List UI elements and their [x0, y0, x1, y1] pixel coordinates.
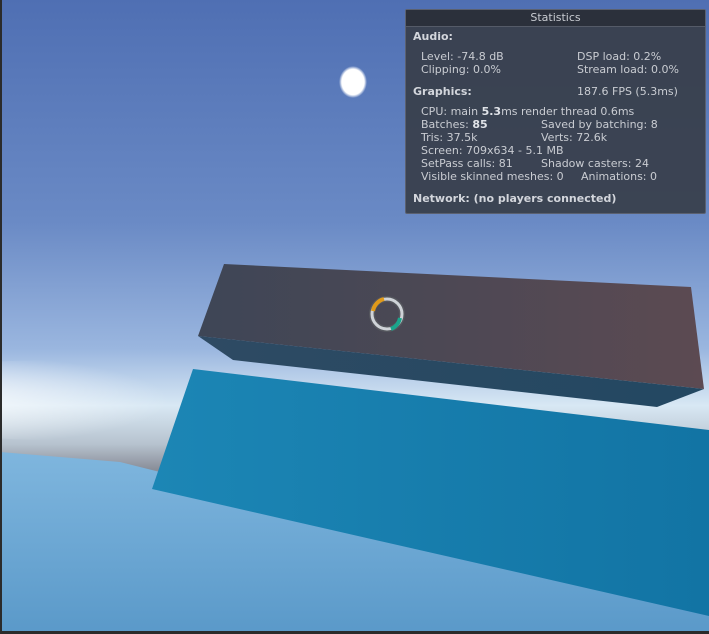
audio-stream-load: Stream load: 0.0%	[577, 63, 679, 76]
audio-heading: Audio:	[413, 30, 453, 43]
audio-clipping: Clipping: 0.0%	[421, 63, 501, 76]
network-status: Network: (no players connected)	[413, 192, 617, 205]
graphics-shadow-casters: Shadow casters: 24	[541, 157, 649, 170]
graphics-skinned-meshes: Visible skinned meshes: 0	[421, 170, 564, 183]
cpu-main-ms: 5.3	[481, 105, 502, 118]
statistics-title: Statistics	[406, 10, 705, 27]
graphics-animations: Animations: 0	[581, 170, 658, 183]
graphics-screen: Screen: 709x634 - 5.1 MB	[421, 144, 564, 157]
statistics-panel: Statistics Audio: Level: -74.8 dB DSP lo…	[405, 9, 706, 214]
viewport-left-border	[0, 0, 2, 634]
batches-prefix: Batches:	[421, 118, 473, 131]
graphics-heading: Graphics:	[413, 85, 472, 98]
cpu-suffix: ms render thread 0.6ms	[501, 105, 635, 118]
graphics-batches: Batches: 85	[421, 118, 488, 131]
sun	[339, 66, 367, 98]
graphics-saved-by-batching: Saved by batching: 8	[541, 118, 658, 131]
batches-value: 85	[472, 118, 488, 131]
graphics-setpass: SetPass calls: 81	[421, 157, 513, 170]
graphics-tris: Tris: 37.5k	[421, 131, 478, 144]
graphics-verts: Verts: 72.6k	[541, 131, 608, 144]
cpu-prefix: CPU: main	[421, 105, 482, 118]
audio-dsp-load: DSP load: 0.2%	[577, 50, 662, 63]
graphics-cpu: CPU: main 5.3ms render thread 0.6ms	[421, 105, 634, 118]
audio-level: Level: -74.8 dB	[421, 50, 504, 63]
graphics-fps: 187.6 FPS (5.3ms)	[577, 85, 678, 98]
